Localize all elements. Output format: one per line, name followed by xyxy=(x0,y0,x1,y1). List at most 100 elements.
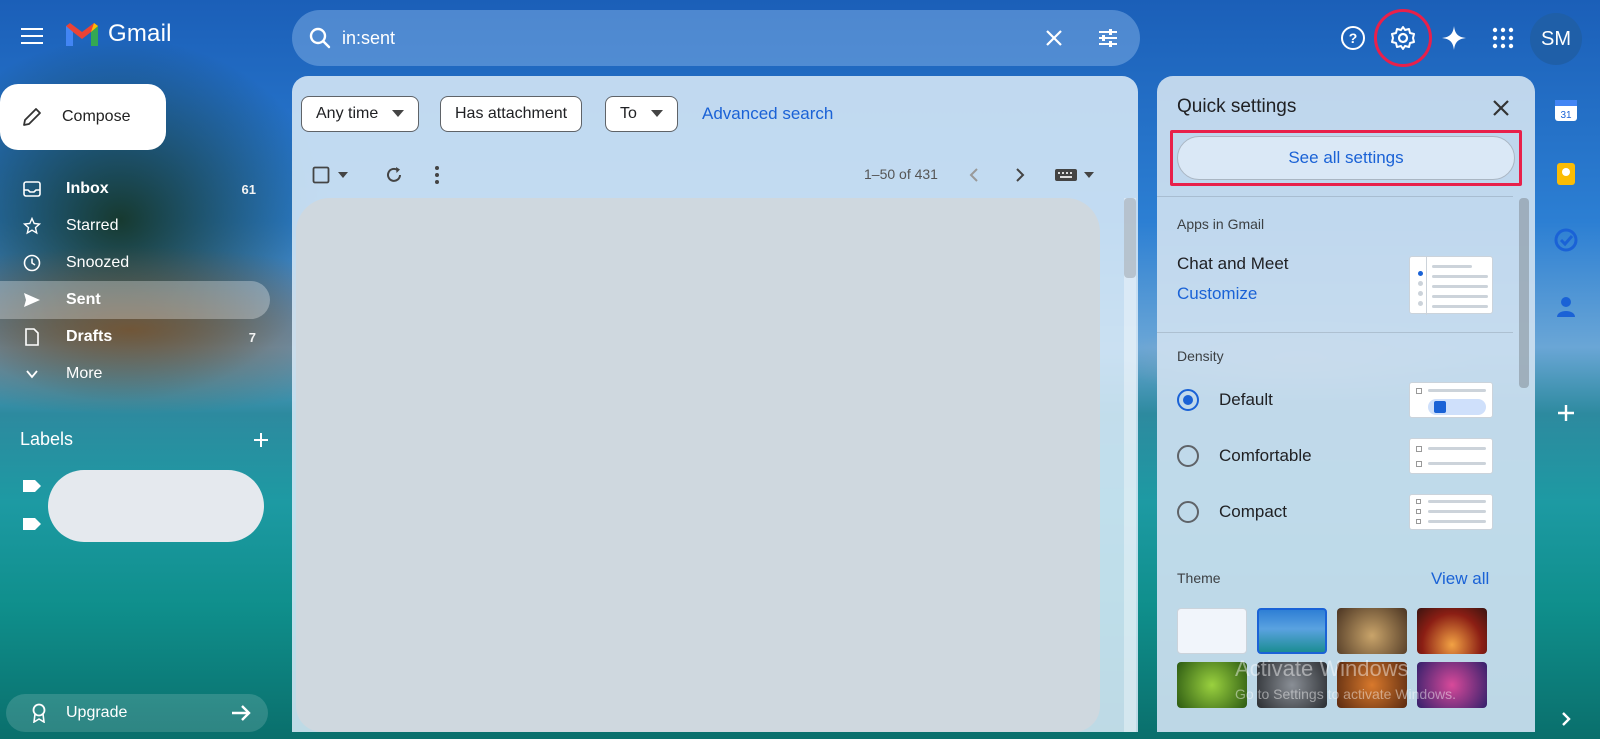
density-option-label: Default xyxy=(1219,390,1273,409)
refresh-icon[interactable] xyxy=(384,165,404,185)
compose-button[interactable]: Compose xyxy=(0,84,166,150)
drafts-count: 7 xyxy=(248,329,256,345)
gmail-m-icon xyxy=(66,23,98,46)
sidebar-item-snoozed[interactable]: Snoozed xyxy=(0,244,270,282)
draft-file-icon xyxy=(22,327,42,347)
gemini-button[interactable] xyxy=(1434,18,1474,58)
clear-search-icon[interactable] xyxy=(1044,28,1064,48)
search-options-icon[interactable] xyxy=(1096,26,1120,50)
density-heading: Density xyxy=(1177,348,1224,364)
help-icon: ? xyxy=(1341,26,1365,50)
sidebar-item-inbox[interactable]: Inbox 61 xyxy=(0,170,270,208)
pencil-icon xyxy=(23,108,41,126)
density-default-preview xyxy=(1409,382,1493,418)
keep-icon[interactable] xyxy=(1553,161,1579,187)
advanced-search-link[interactable]: Advanced search xyxy=(702,104,833,124)
sidebar-item-label: Inbox xyxy=(66,180,109,197)
main-menu-button[interactable] xyxy=(12,16,52,56)
theme-lake[interactable] xyxy=(1257,608,1327,654)
star-icon xyxy=(22,216,42,236)
chip-label: To xyxy=(620,105,637,122)
density-compact-radio[interactable] xyxy=(1177,501,1199,523)
divider xyxy=(1157,196,1513,197)
density-default-radio[interactable] xyxy=(1177,389,1199,411)
add-label-icon[interactable] xyxy=(252,431,270,449)
customize-link[interactable]: Customize xyxy=(1177,284,1257,304)
labels-heading: Labels xyxy=(20,429,74,449)
quick-settings-scrollbar[interactable] xyxy=(1519,198,1529,388)
see-all-highlight-box xyxy=(1170,130,1522,186)
redacted-labels xyxy=(48,470,264,542)
support-button[interactable]: ? xyxy=(1333,18,1373,58)
account-avatar[interactable]: SM xyxy=(1530,13,1582,65)
to-filter[interactable]: To xyxy=(605,96,678,132)
select-all-checkbox[interactable] xyxy=(312,166,330,184)
chat-meet-label: Chat and Meet xyxy=(1177,254,1289,273)
quick-settings-title: Quick settings xyxy=(1177,96,1297,117)
mail-list-panel: Any time Has attachment To Advanced sear… xyxy=(292,76,1138,732)
density-comfortable-radio[interactable] xyxy=(1177,445,1199,467)
hamburger-icon xyxy=(21,26,43,47)
chevron-down-icon xyxy=(22,364,42,384)
inbox-icon xyxy=(22,179,42,199)
density-option-label: Comfortable xyxy=(1219,446,1312,465)
sidebar-item-more[interactable]: More xyxy=(0,355,270,393)
arrow-right-icon xyxy=(232,705,251,721)
dropdown-arrow-icon xyxy=(650,110,663,117)
send-icon xyxy=(22,290,42,310)
search-icon[interactable] xyxy=(308,26,332,50)
clock-icon xyxy=(22,253,42,273)
chevron-left-icon[interactable] xyxy=(968,167,980,183)
close-icon[interactable] xyxy=(1485,92,1517,124)
sidebar-item-starred[interactable]: Starred xyxy=(0,207,270,245)
list-scrollbar-track[interactable] xyxy=(1124,198,1136,732)
label-tag-icon[interactable] xyxy=(22,479,42,493)
svg-text:31: 31 xyxy=(1560,110,1572,121)
chip-label: Has attachment xyxy=(455,105,568,122)
list-scrollbar-thumb[interactable] xyxy=(1124,198,1136,278)
google-apps-button[interactable] xyxy=(1483,18,1523,58)
input-tools-dropdown-icon[interactable] xyxy=(1084,172,1094,178)
inbox-count: 61 xyxy=(241,181,256,197)
chat-meet-preview xyxy=(1409,256,1493,315)
app-name: Gmail xyxy=(108,20,172,47)
has-attachment-filter[interactable]: Has attachment xyxy=(440,96,583,132)
chip-label: Any time xyxy=(316,105,379,122)
top-bar: Gmail ? xyxy=(0,0,1600,76)
label-tag-icon[interactable] xyxy=(22,517,42,531)
theme-chess[interactable] xyxy=(1337,608,1407,654)
sidebar-item-sent[interactable]: Sent xyxy=(0,281,270,319)
sidebar-item-drafts[interactable]: Drafts 7 xyxy=(0,318,270,356)
quick-settings-panel: Quick settings See all settings Apps in … xyxy=(1157,76,1535,732)
labels-section-header: Labels xyxy=(20,429,270,450)
sidebar-item-label: More xyxy=(66,365,103,382)
tasks-icon[interactable] xyxy=(1553,227,1579,253)
pagination-text: 1–50 of 431 xyxy=(864,166,938,182)
show-side-panel-icon[interactable] xyxy=(1553,706,1579,732)
redacted-message-list xyxy=(296,198,1100,732)
contacts-icon[interactable] xyxy=(1553,293,1579,319)
view-all-themes-link[interactable]: View all xyxy=(1431,569,1489,589)
add-app-icon[interactable] xyxy=(1553,400,1579,426)
any-time-filter[interactable]: Any time xyxy=(301,96,420,132)
theme-canyon[interactable] xyxy=(1417,608,1487,654)
activate-windows-watermark: Activate Windows xyxy=(1235,656,1409,681)
search-input[interactable] xyxy=(342,24,982,52)
gmail-logo[interactable]: Gmail xyxy=(64,20,172,48)
list-toolbar: 1–50 of 431 xyxy=(292,154,1138,194)
sidebar-item-label: Drafts xyxy=(66,328,113,345)
theme-default[interactable] xyxy=(1177,608,1247,654)
settings-highlight-ring xyxy=(1374,9,1432,67)
sparkle-icon xyxy=(1442,26,1466,50)
upgrade-button[interactable]: Upgrade xyxy=(6,694,268,732)
select-dropdown-icon[interactable] xyxy=(338,172,348,178)
more-options-icon[interactable] xyxy=(434,165,440,185)
keyboard-icon[interactable] xyxy=(1054,168,1078,182)
density-comfortable-preview xyxy=(1409,438,1493,474)
apps-grid-icon xyxy=(1492,27,1514,49)
sidebar-item-label: Snoozed xyxy=(66,254,130,271)
compose-label: Compose xyxy=(62,108,131,125)
chevron-right-icon[interactable] xyxy=(1014,167,1026,183)
calendar-icon[interactable]: 31 xyxy=(1553,97,1579,123)
dropdown-arrow-icon xyxy=(392,110,405,117)
